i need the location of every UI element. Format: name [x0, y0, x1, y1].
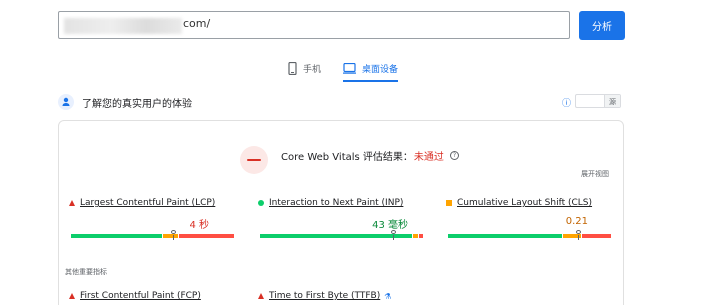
- average-square-icon: [446, 200, 452, 206]
- analyze-button[interactable]: 分析: [579, 11, 625, 40]
- url-text: com/: [183, 17, 211, 30]
- phone-icon: [288, 61, 297, 75]
- metric-fcp-header: First Contentful Paint (FCP): [69, 291, 237, 301]
- info-icon[interactable]: ⓘ: [562, 96, 571, 109]
- metric-cls: Cumulative Layout Shift (CLS) 0.21: [446, 198, 614, 240]
- metric-lcp-value: 4 秒: [189, 220, 209, 231]
- needs-improvement-segment: [412, 234, 419, 238]
- metric-ttfb-label[interactable]: Time to First Byte (TTFB): [269, 291, 380, 301]
- metric-inp-bar: [260, 230, 424, 240]
- cwv-card: Core Web Vitals 评估结果： 未通过 ? 展开视图 Largest…: [58, 120, 624, 305]
- metric-ttfb-header: Time to First Byte (TTFB) ⚗: [258, 291, 426, 301]
- poor-segment: [179, 234, 234, 238]
- fail-triangle-icon: [69, 293, 75, 299]
- other-metrics-title: 其他重要指标: [65, 268, 107, 276]
- tab-desktop-label: 桌面设备: [362, 64, 399, 75]
- device-tabs: 手机 桌面设备: [0, 57, 720, 82]
- field-data-header: 了解您的真实用户的体验 ⓘ 源: [58, 92, 624, 112]
- metric-ttfb: Time to First Byte (TTFB) ⚗: [258, 291, 426, 301]
- needs-improvement-segment: [162, 234, 179, 238]
- pass-dot-icon: [258, 200, 264, 206]
- metric-inp-value: 43 毫秒: [372, 220, 408, 231]
- toggle-this-url[interactable]: [576, 95, 604, 107]
- good-segment: [260, 234, 412, 238]
- fail-badge-icon: [240, 146, 268, 174]
- metric-lcp-bar: [71, 230, 235, 240]
- redacted-domain: [64, 18, 182, 34]
- metric-fcp: First Contentful Paint (FCP): [69, 291, 237, 301]
- metric-cls-value: 0.21: [565, 216, 588, 227]
- metric-lcp-header: Largest Contentful Paint (LCP): [69, 198, 237, 208]
- cwv-status: 未通过: [413, 152, 444, 163]
- metric-lcp: Largest Contentful Paint (LCP) 4 秒: [69, 198, 237, 240]
- good-segment: [71, 234, 162, 238]
- cwv-assessment: Core Web Vitals 评估结果： 未通过 ?: [281, 148, 459, 163]
- tab-mobile[interactable]: 手机: [288, 57, 321, 79]
- metric-cls-bar: [448, 230, 612, 240]
- scope-toggle[interactable]: 源: [575, 94, 621, 108]
- poor-segment: [582, 234, 611, 238]
- tab-desktop[interactable]: 桌面设备: [343, 57, 399, 82]
- desktop-icon: [343, 62, 356, 74]
- section-title: 了解您的真实用户的体验: [82, 99, 192, 110]
- metric-inp-header: Interaction to Next Paint (INP): [258, 198, 426, 208]
- users-icon: [58, 94, 74, 110]
- toggle-origin[interactable]: 源: [604, 95, 620, 107]
- metric-inp-label[interactable]: Interaction to Next Paint (INP): [269, 198, 403, 208]
- poor-segment: [419, 234, 423, 238]
- metric-fcp-label[interactable]: First Contentful Paint (FCP): [80, 291, 201, 301]
- fail-triangle-icon: [69, 200, 75, 206]
- good-segment: [448, 234, 562, 238]
- metric-cls-label[interactable]: Cumulative Layout Shift (CLS): [457, 198, 592, 208]
- metric-lcp-label[interactable]: Largest Contentful Paint (LCP): [80, 198, 215, 208]
- help-icon[interactable]: ?: [449, 151, 459, 160]
- url-input[interactable]: com/: [58, 11, 570, 39]
- metric-cls-header: Cumulative Layout Shift (CLS): [446, 198, 614, 208]
- experimental-flask-icon: ⚗: [384, 291, 392, 301]
- tab-mobile-label: 手机: [303, 64, 322, 75]
- expand-view-link[interactable]: 展开视图: [581, 169, 609, 179]
- fail-triangle-icon: [258, 293, 264, 299]
- metric-inp: Interaction to Next Paint (INP) 43 毫秒: [258, 198, 426, 240]
- cwv-title: Core Web Vitals 评估结果：: [281, 152, 413, 163]
